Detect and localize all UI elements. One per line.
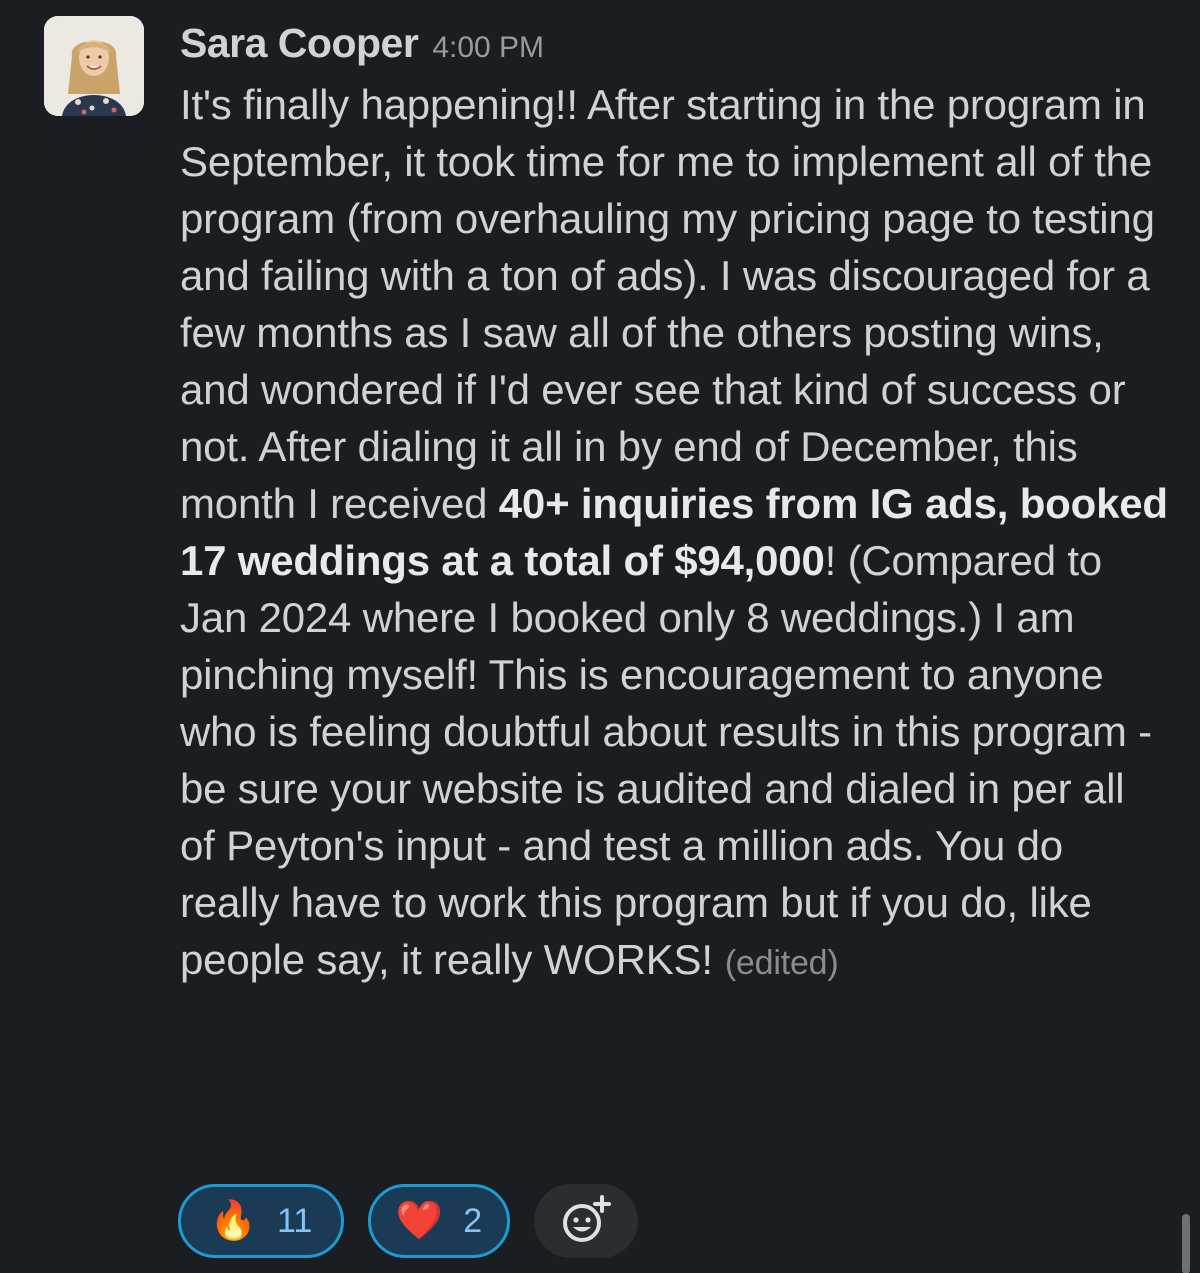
message-text: It's finally happening!! After starting … bbox=[180, 81, 1155, 527]
reactions-bar: 🔥 11 ❤️ 2 bbox=[178, 1184, 638, 1258]
reaction-count: 2 bbox=[463, 1201, 483, 1240]
message-text: ! (Compared to Jan 2024 where I booked o… bbox=[180, 537, 1152, 983]
add-reaction-button[interactable] bbox=[534, 1184, 638, 1258]
message: Sara Cooper 4:00 PM It's finally happeni… bbox=[0, 0, 1200, 1273]
message-body: It's finally happening!! After starting … bbox=[180, 76, 1170, 992]
reaction-count: 11 bbox=[277, 1201, 313, 1240]
reaction-fire[interactable]: 🔥 11 bbox=[178, 1184, 344, 1258]
heart-icon: ❤️ bbox=[395, 1200, 444, 1242]
edited-label: (edited) bbox=[724, 944, 839, 982]
message-content: Sara Cooper 4:00 PM It's finally happeni… bbox=[180, 20, 1170, 992]
reaction-heart[interactable]: ❤️ 2 bbox=[368, 1184, 510, 1258]
message-header: Sara Cooper 4:00 PM bbox=[180, 20, 1170, 76]
author-name[interactable]: Sara Cooper bbox=[180, 20, 419, 67]
avatar[interactable] bbox=[44, 16, 144, 116]
scrollbar[interactable] bbox=[1182, 1214, 1190, 1273]
message-timestamp[interactable]: 4:00 PM bbox=[432, 31, 544, 65]
add-reaction-icon bbox=[563, 1195, 611, 1242]
fire-icon: 🔥 bbox=[209, 1200, 258, 1242]
avatar-photo bbox=[44, 16, 144, 116]
